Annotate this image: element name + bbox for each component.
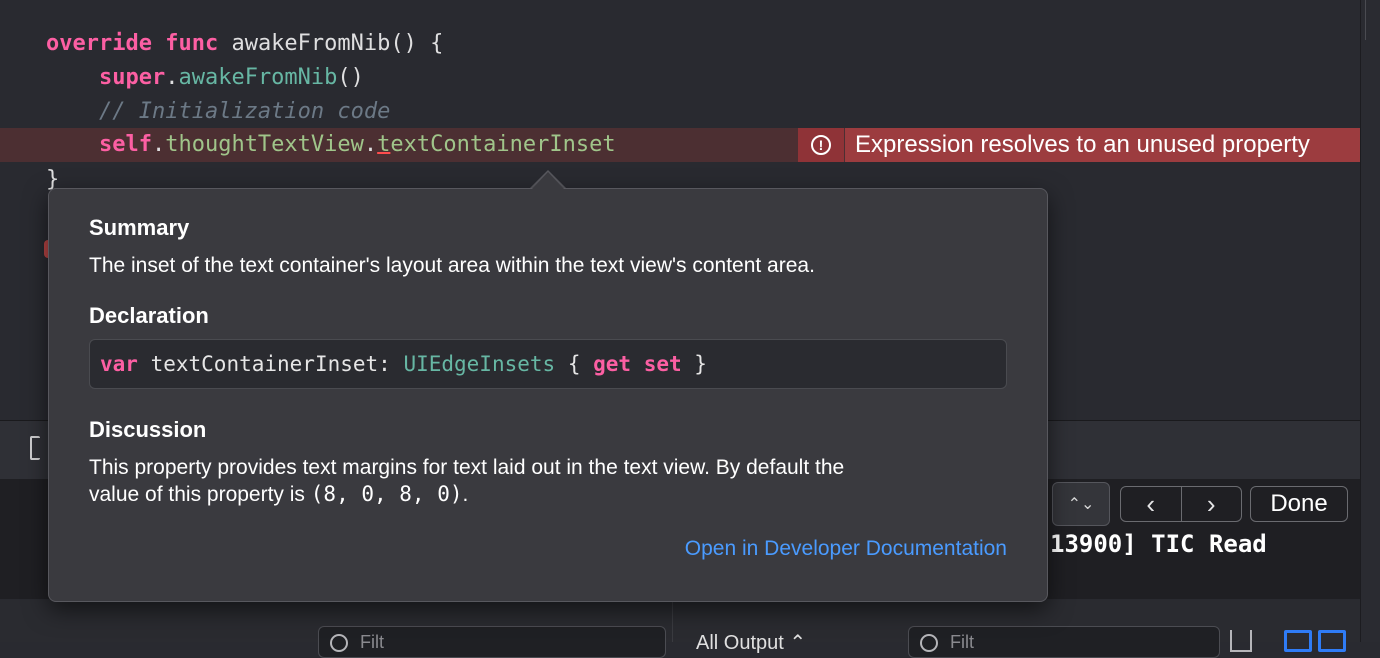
summary-text: The inset of the text container's layout… — [89, 254, 815, 277]
code-line[interactable]: super.awakeFromNib() — [0, 61, 1380, 95]
code-token: awakeFromNib() { — [218, 31, 444, 56]
error-message[interactable]: Expression resolves to an unused propert… — [845, 128, 1360, 162]
debug-area-toggle-icon[interactable] — [30, 436, 40, 460]
error-icon: ! — [811, 135, 831, 155]
declaration-code: var textContainerInset: UIEdgeInsets { g… — [89, 339, 1007, 389]
quick-help-popover: Summary The inset of the text container'… — [48, 188, 1048, 602]
code-token: textContainerInset: — [137, 352, 404, 376]
variables-view-toggle-icon[interactable] — [1284, 630, 1312, 652]
panel-divider[interactable] — [672, 600, 673, 642]
code-token: set — [643, 352, 682, 376]
code-token: () — [337, 65, 364, 90]
filter-icon — [330, 634, 348, 652]
console-view-toggle-icon[interactable] — [1318, 630, 1346, 652]
editor-scrollbar[interactable] — [1360, 0, 1380, 642]
code-token: . — [151, 132, 166, 157]
code-token: { — [555, 352, 594, 376]
stepper-control[interactable]: ⌃⌄ — [1052, 482, 1110, 526]
code-token: var — [100, 352, 138, 376]
declaration-heading: Declaration — [89, 303, 209, 328]
code-token: awakeFromNib — [178, 65, 338, 90]
code-token: override — [46, 31, 152, 56]
code-token: } — [681, 352, 707, 376]
code-line[interactable]: override func awakeFromNib() { — [0, 27, 1380, 61]
code-token: super — [98, 65, 166, 90]
previous-button[interactable]: ‹ — [1121, 487, 1182, 521]
navigation-segmented-control: ‹ › — [1120, 486, 1242, 522]
discussion-code: (8, 0, 8, 0) — [310, 482, 463, 506]
filter-placeholder: Filt — [360, 632, 384, 652]
code-token: . — [363, 132, 378, 157]
trash-icon[interactable] — [1230, 630, 1252, 652]
code-token: thoughtTextView — [165, 132, 364, 157]
code-token: UIEdgeInsets — [403, 352, 556, 376]
code-token: . — [165, 65, 179, 90]
code-line[interactable]: // Initialization code — [0, 95, 1380, 129]
summary-heading: Summary — [89, 215, 190, 240]
code-token: // Initialization code — [98, 99, 391, 124]
console-output-text: 13900] TIC Read — [1050, 530, 1267, 558]
code-token: get — [593, 352, 632, 376]
done-button[interactable]: Done — [1250, 486, 1348, 522]
discussion-line-1: This property provides text margins for … — [89, 456, 845, 479]
developer-documentation-link[interactable]: Open in Developer Documentation — [685, 537, 1007, 561]
filter-icon — [920, 634, 938, 652]
code-token: self — [98, 132, 152, 157]
error-indicator[interactable]: ! — [798, 128, 844, 162]
next-button[interactable]: › — [1182, 487, 1242, 521]
code-token: t — [377, 132, 391, 157]
filter-placeholder: Filt — [950, 632, 974, 652]
discussion-heading: Discussion — [89, 417, 207, 442]
popover-arrow-fill — [532, 172, 564, 189]
discussion-line-2: value of this property is — [89, 483, 311, 506]
scrollbar-knob[interactable] — [1365, 0, 1366, 40]
code-token: func — [165, 31, 219, 56]
discussion-line-2-end: . — [462, 483, 469, 506]
code-token: extContainerInset — [390, 132, 616, 157]
output-selector[interactable]: All Output ⌃ — [696, 630, 806, 655]
discussion-text: This property provides text margins for … — [89, 455, 989, 508]
